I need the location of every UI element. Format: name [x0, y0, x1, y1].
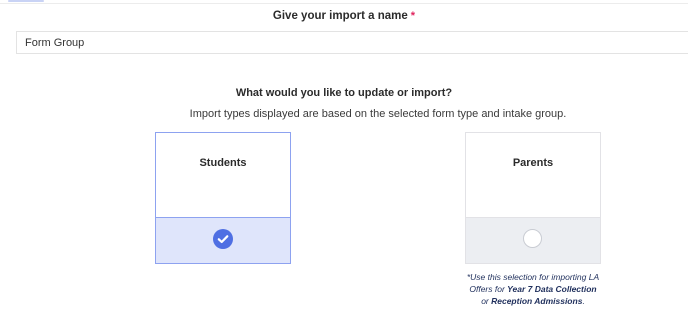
import-type-subtitle: Import types displayed are based on the … — [189, 108, 567, 120]
required-marker: * — [410, 10, 416, 22]
note-reception-emphasis: Reception Admissions — [491, 296, 583, 306]
import-name-label: Give your import a name * — [0, 10, 688, 22]
note-text-part2: or — [481, 296, 492, 306]
top-divider — [0, 0, 688, 4]
import-name-label-text: Give your import a name — [272, 10, 408, 22]
tab-indicator — [8, 0, 44, 2]
parents-option-note: *Use this selection for importing LA Off… — [466, 271, 600, 307]
students-option-card[interactable]: Students — [155, 132, 291, 264]
import-type-title: What would you like to update or import? — [235, 87, 453, 99]
students-option-footer — [156, 217, 290, 263]
note-year7-emphasis: Year 7 Data Collection — [507, 284, 597, 294]
checkmark-icon — [217, 235, 229, 244]
parents-option-label: Parents — [512, 157, 554, 169]
radio-empty-icon[interactable] — [523, 229, 542, 248]
check-circle-icon[interactable] — [213, 229, 233, 249]
students-option-label: Students — [199, 157, 247, 169]
import-name-input[interactable] — [16, 31, 688, 54]
note-text-part3: . — [582, 296, 585, 306]
parents-option-footer — [466, 217, 600, 263]
import-setup-page: Give your import a name* What would you … — [0, 0, 688, 325]
parents-option-card[interactable]: Parents — [465, 132, 601, 264]
